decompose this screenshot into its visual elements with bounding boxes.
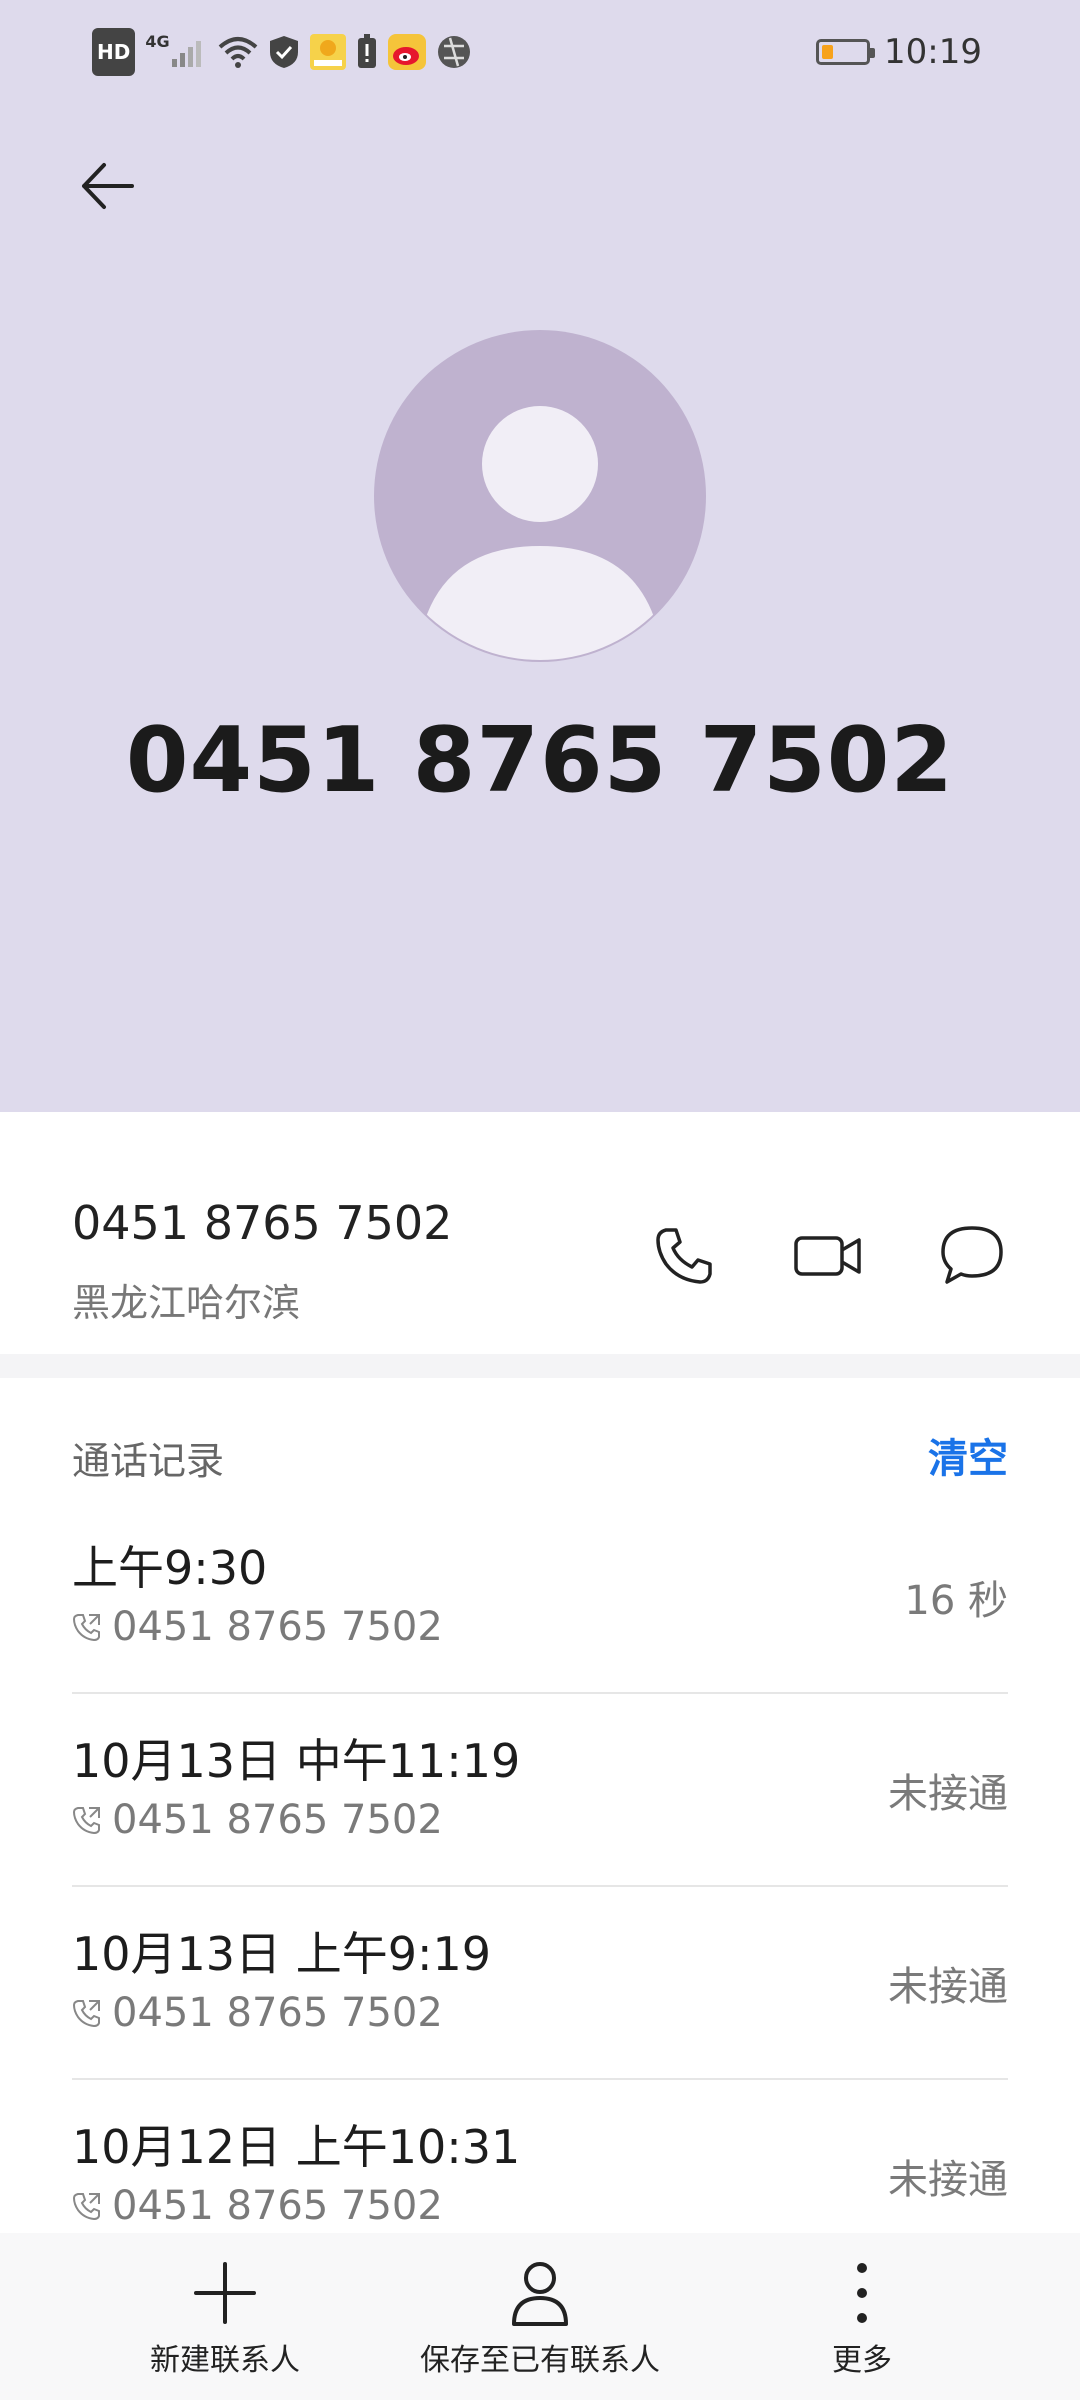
call-log-number-text: 0451 8765 7502 [112,1990,443,2036]
more-vertical-icon [857,2263,867,2323]
new-contact-label: 新建联系人 [150,2343,300,2378]
call-log-date: 10月13日 上午9:19 [72,1927,491,1981]
section-divider [0,1354,1080,1378]
weibo-icon [387,32,426,72]
status-time: 10:19 [884,32,982,72]
hd-badge: HD [92,28,136,76]
call-log-row[interactable]: 10月13日 中午11:19 0451 8765 7502 未接通 [72,1695,1008,1887]
call-log-status: 16 秒 [904,1578,1008,1624]
clear-call-log-button[interactable]: 清空 [928,1426,1008,1484]
plus-icon [194,2262,256,2324]
info-phone-number[interactable]: 0451 8765 7502 [72,1196,452,1250]
new-contact-button[interactable]: 新建联系人 [150,2257,300,2379]
call-log-title: 通话记录 [72,1439,225,1483]
call-button[interactable] [644,1216,724,1296]
back-button[interactable] [72,150,144,222]
battery-icon [816,39,876,65]
status-bar: HD 4G 10:19 [0,0,1080,104]
arrow-left-icon [82,163,134,209]
call-log-status: 未接通 [888,2157,1008,2203]
bottom-action-bar: 新建联系人 保存至已有联系人 更多 [0,2233,1080,2400]
status-icons-left: HD 4G [92,28,472,76]
call-log-number: 0451 8765 7502 [72,1990,443,2036]
call-log-section: 通话记录 清空 上午9:30 0451 8765 7502 16 秒 10月13日 中… [0,1378,1080,2233]
outgoing-call-icon [72,2000,100,2028]
call-log-number: 0451 8765 7502 [72,1604,443,1650]
shield-icon [268,32,300,72]
save-to-existing-contact-label: 保存至已有联系人 [420,2343,660,2378]
call-log-status: 未接通 [888,1964,1008,2010]
call-log-status: 未接通 [888,1771,1008,1817]
more-label: 更多 [832,2343,892,2378]
phone-icon [656,1228,712,1284]
app-notification-icon [309,32,346,72]
more-button[interactable]: 更多 [822,2257,902,2379]
contact-avatar [374,330,706,662]
save-to-existing-contact-button[interactable]: 保存至已有联系人 [420,2257,660,2379]
vpn-icon [436,32,472,72]
call-log-number: 0451 8765 7502 [72,1797,443,1843]
call-log-number-text: 0451 8765 7502 [112,2183,443,2229]
call-log-date: 上午9:30 [72,1541,268,1595]
network-label: 4G [145,32,170,51]
outgoing-call-icon [72,1614,100,1642]
call-log-row[interactable]: 上午9:30 0451 8765 7502 16 秒 [72,1502,1008,1694]
video-call-button[interactable] [788,1216,868,1296]
chat-bubble-icon [941,1226,1003,1284]
call-log-date: 10月12日 上午10:31 [72,2120,521,2174]
video-camera-icon [794,1236,861,1276]
info-location: 黑龙江哈尔滨 [72,1281,301,1325]
status-icons-right: 10:19 [816,28,982,76]
message-button[interactable] [932,1216,1012,1296]
contact-header: HD 4G 10:19 0451 8765 7502 [0,0,1080,1112]
call-log-number-text: 0451 8765 7502 [112,1604,443,1650]
call-log-number: 0451 8765 7502 [72,2183,443,2229]
call-log-date: 10月13日 中午11:19 [72,1734,521,1788]
call-log-row[interactable]: 10月13日 上午9:19 0451 8765 7502 未接通 [72,1888,1008,2080]
person-placeholder-icon [374,330,706,662]
4g-signal-icon: 4G [145,32,207,72]
outgoing-call-icon [72,1807,100,1835]
outgoing-call-icon [72,2193,100,2221]
person-icon [512,2262,568,2326]
number-info-section: 0451 8765 7502 黑龙江哈尔滨 [0,1112,1080,1354]
contact-phone-number-title: 0451 8765 7502 [125,708,955,813]
battery-level-fill [822,45,834,59]
call-log-number-text: 0451 8765 7502 [112,1797,443,1843]
wifi-icon [218,32,258,72]
alert-icon [356,32,378,72]
